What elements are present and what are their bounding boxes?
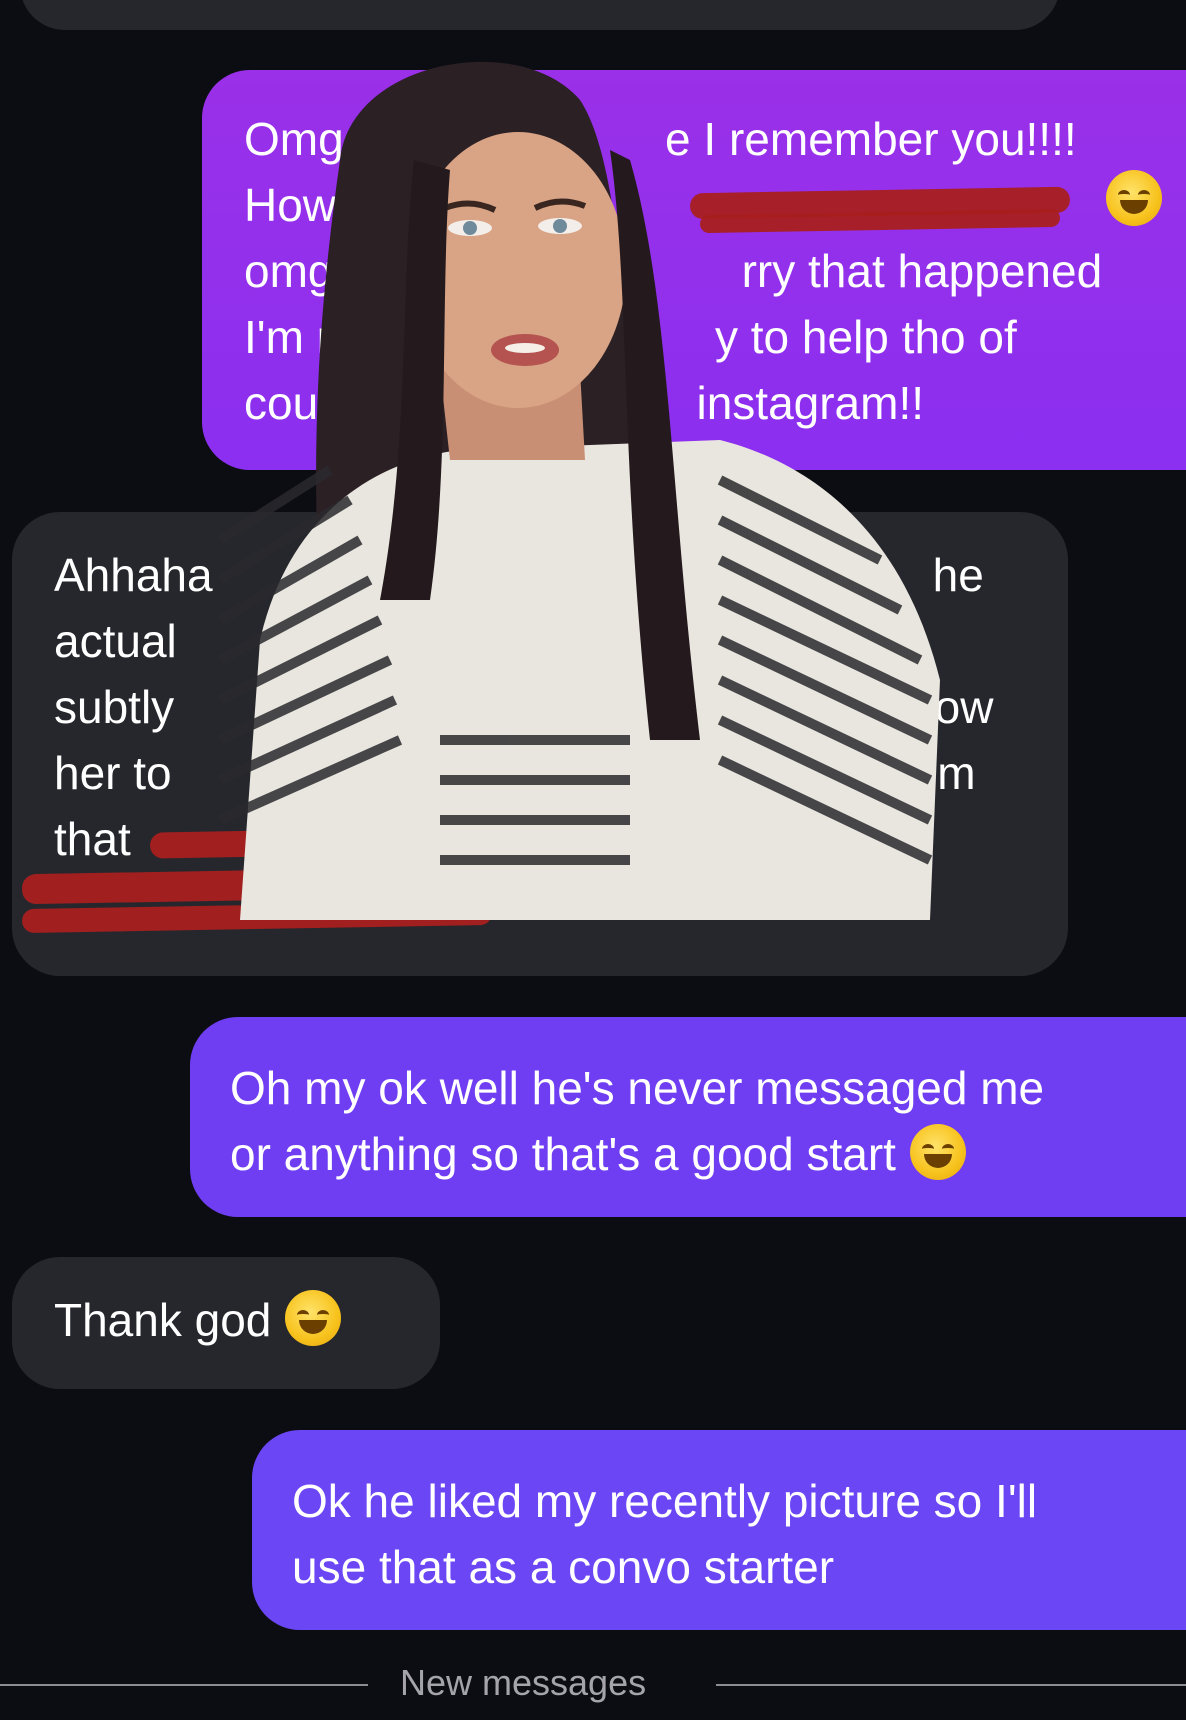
message-bubble-sent[interactable]: Oh my ok well he's never messaged me or …: [190, 1017, 1186, 1217]
message-bubble-sent[interactable]: Ok he liked my recently picture so I'll …: [252, 1430, 1186, 1630]
new-messages-divider: New messages: [0, 1660, 1186, 1720]
person-overlay-image: [217, 61, 940, 920]
message-bubble-received[interactable]: [20, 0, 1060, 30]
message-line: use that as a convo starter: [292, 1541, 835, 1593]
rofl-emoji-icon: [909, 1124, 966, 1180]
laughing-emoji-icon: [285, 1290, 342, 1346]
divider-rule: [716, 1684, 1186, 1686]
message-bubble-received[interactable]: Thank god: [12, 1257, 440, 1389]
new-messages-label: New messages: [400, 1662, 647, 1703]
divider-rule: [0, 1684, 368, 1686]
message-line: Oh my ok well he's never messaged me: [230, 1062, 1045, 1114]
laughing-emoji-icon: [1106, 170, 1162, 226]
message-line: or anything so that's a good start: [230, 1121, 1186, 1187]
message-line: Ok he liked my recently picture so I'll: [292, 1475, 1038, 1527]
message-line: Thank god: [54, 1287, 440, 1353]
